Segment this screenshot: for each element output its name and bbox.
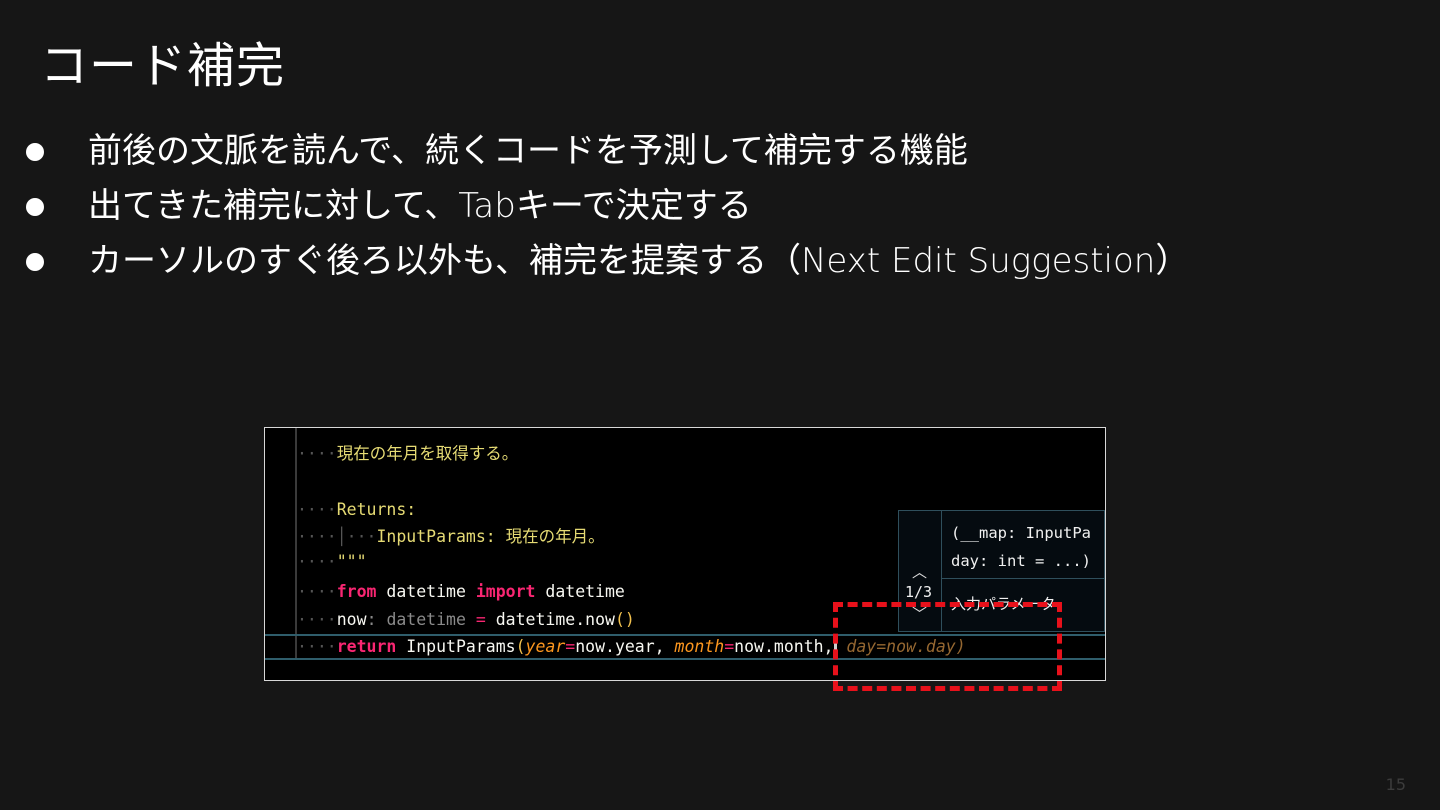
bullet-text: 前後の文脈を読んで、続くコードを予測して補完する機能 — [88, 131, 968, 171]
code-line: ····│···InputParams: 現在の年月。 — [297, 527, 605, 546]
code-line: ····from datetime import datetime — [297, 582, 625, 601]
bullet-item: 出てきた補完に対して、Tabキーで決定する — [26, 179, 1189, 234]
suggestion-highlight-box — [833, 602, 1062, 691]
overload-count: 1/3 — [905, 583, 933, 601]
bullet-item: 前後の文脈を読んで、続くコードを予測して補完する機能 — [26, 124, 1189, 179]
code-line: ····""" — [297, 552, 367, 571]
bullet-text: カーソルのすぐ後ろ以外も、補完を提案する（Next Edit Suggestio… — [88, 241, 1190, 281]
bullet-list: 前後の文脈を読んで、続くコードを予測して補完する機能 出てきた補完に対して、Ta… — [26, 124, 1189, 289]
page-number: 15 — [1385, 775, 1406, 794]
code-line: ····現在の年月を取得する。 — [297, 444, 519, 463]
bullet-dot-icon — [26, 198, 44, 216]
code-line: ····now: datetime = datetime.now() — [297, 610, 635, 629]
bullet-dot-icon — [26, 253, 44, 271]
bullet-dot-icon — [26, 143, 44, 161]
popup-divider — [941, 578, 1105, 579]
bullet-item: カーソルのすぐ後ろ以外も、補完を提案する（Next Edit Suggestio… — [26, 234, 1189, 289]
code-line: ····Returns: — [297, 500, 417, 519]
bullet-text: 出てきた補完に対して、Tabキーで決定する — [88, 186, 752, 226]
signature-text: (__map: InputPa day: int = ...) — [951, 524, 1091, 570]
chevron-up-icon[interactable]: ︿ — [912, 561, 927, 582]
slide-title: コード補完 — [40, 38, 286, 94]
